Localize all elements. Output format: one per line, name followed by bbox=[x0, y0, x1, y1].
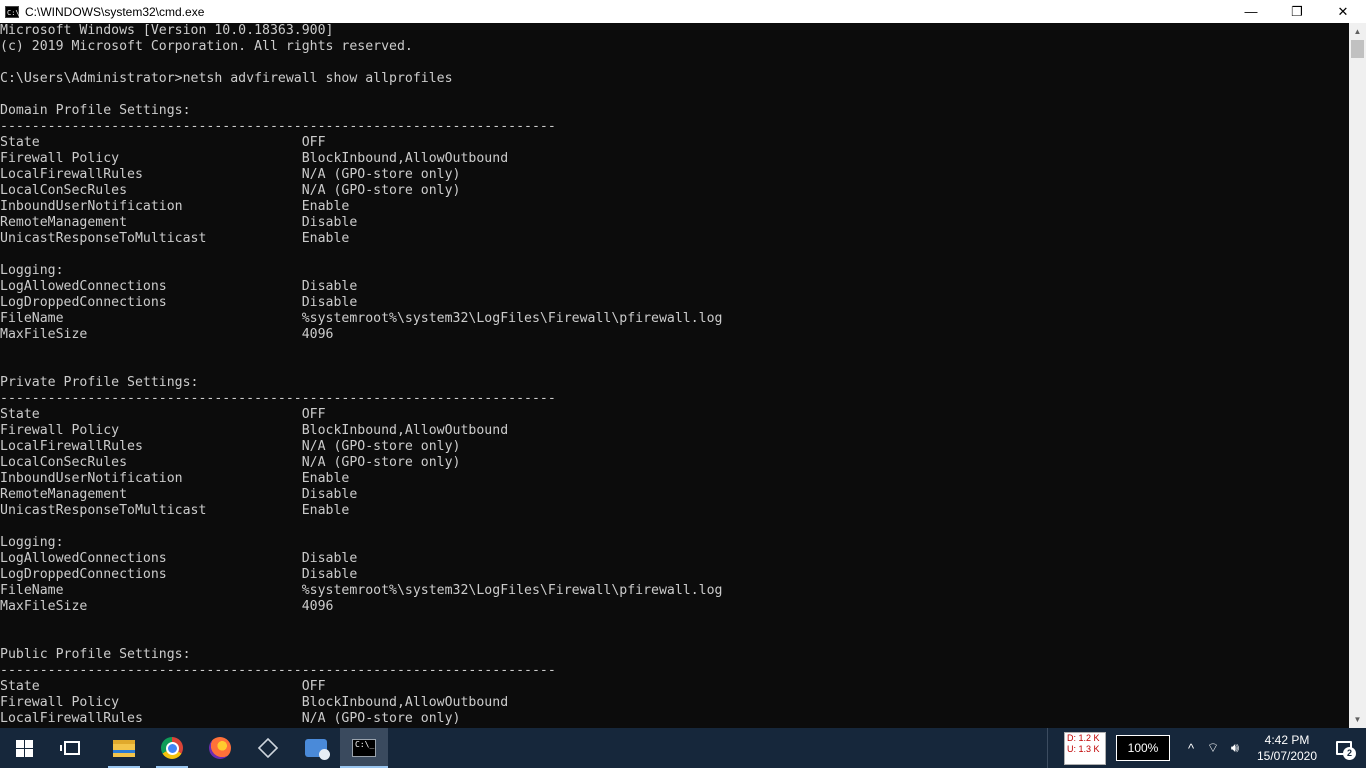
clock-time: 4:42 PM bbox=[1264, 733, 1310, 747]
firefox-icon bbox=[209, 737, 231, 759]
firefox-button[interactable] bbox=[196, 728, 244, 768]
console-line: Domain Profile Settings: bbox=[0, 103, 191, 118]
maximize-button[interactable]: ❐ bbox=[1274, 0, 1320, 23]
console-line: LocalConSecRules N/A (GPO-store only) bbox=[0, 183, 461, 198]
console-line: LocalConSecRules N/A (GPO-store only) bbox=[0, 455, 461, 470]
console-line: Logging: bbox=[0, 535, 64, 550]
scroll-thumb[interactable] bbox=[1351, 40, 1364, 58]
start-button[interactable] bbox=[0, 728, 48, 768]
folder-icon bbox=[113, 739, 135, 757]
volume-icon[interactable]: 🔊︎ bbox=[1224, 740, 1246, 756]
zoom-indicator[interactable]: 100% bbox=[1116, 735, 1170, 761]
vertical-scrollbar[interactable]: ▲ ▼ bbox=[1349, 23, 1366, 728]
console-line: LogDroppedConnections Disable bbox=[0, 567, 358, 582]
console-line: InboundUserNotification Enable bbox=[0, 199, 350, 214]
clock-date: 15/07/2020 bbox=[1256, 749, 1318, 763]
task-view-icon bbox=[60, 741, 80, 755]
console-line: LocalFirewallRules N/A (GPO-store only) bbox=[0, 711, 461, 726]
window-title: C:\WINDOWS\system32\cmd.exe bbox=[25, 4, 205, 19]
file-explorer-button[interactable] bbox=[100, 728, 148, 768]
cmd-icon: C:\_ bbox=[352, 739, 376, 757]
thunderbird-button[interactable] bbox=[292, 728, 340, 768]
console-line: FileName %systemroot%\system32\LogFiles\… bbox=[0, 583, 723, 598]
virtualbox-button[interactable] bbox=[244, 728, 292, 768]
console-line: State OFF bbox=[0, 679, 326, 694]
net-meter-widget[interactable]: D: 1.2 K U: 1.3 K bbox=[1064, 731, 1106, 765]
system-tray: D: 1.2 K U: 1.3 K 100% ^ ⌔ 🔊︎ 4:42 PM 15… bbox=[1047, 728, 1366, 768]
clock[interactable]: 4:42 PM 15/07/2020 bbox=[1252, 732, 1322, 764]
close-button[interactable]: ✕ bbox=[1320, 0, 1366, 23]
chrome-icon bbox=[161, 737, 183, 759]
console-line: RemoteManagement Disable bbox=[0, 215, 358, 230]
console-line: ----------------------------------------… bbox=[0, 663, 556, 678]
taskbar: C:\_ D: 1.2 K U: 1.3 K 100% ^ ⌔ 🔊︎ 4:42 … bbox=[0, 728, 1366, 768]
console-line: FileName %systemroot%\system32\LogFiles\… bbox=[0, 311, 723, 326]
console-line: MaxFileSize 4096 bbox=[0, 327, 334, 342]
scroll-down-button[interactable]: ▼ bbox=[1349, 711, 1366, 728]
console-line: LocalFirewallRules N/A (GPO-store only) bbox=[0, 167, 461, 182]
mail-icon bbox=[305, 739, 330, 760]
console-output[interactable]: Microsoft Windows [Version 10.0.18363.90… bbox=[0, 23, 1349, 728]
console-line: ----------------------------------------… bbox=[0, 119, 556, 134]
console-line: Microsoft Windows [Version 10.0.18363.90… bbox=[0, 23, 334, 38]
console-line: RemoteManagement Disable bbox=[0, 487, 358, 502]
console-line: (c) 2019 Microsoft Corporation. All righ… bbox=[0, 39, 413, 54]
scroll-up-button[interactable]: ▲ bbox=[1349, 23, 1366, 40]
net-upload: U: 1.3 K bbox=[1067, 743, 1100, 754]
chrome-button[interactable] bbox=[148, 728, 196, 768]
console-line: State OFF bbox=[0, 407, 326, 422]
console-text: Microsoft Windows [Version 10.0.18363.90… bbox=[0, 23, 1349, 727]
net-download: D: 1.2 K bbox=[1067, 732, 1100, 743]
console-line: Firewall Policy BlockInbound,AllowOutbou… bbox=[0, 695, 509, 710]
console-line: Private Profile Settings: bbox=[0, 375, 199, 390]
console-line: ----------------------------------------… bbox=[0, 391, 556, 406]
console-line: C:\Users\Administrator>netsh advfirewall… bbox=[0, 71, 453, 86]
task-view-button[interactable] bbox=[48, 728, 96, 768]
console-line: MaxFileSize 4096 bbox=[0, 599, 334, 614]
title-bar[interactable]: C:\_ C:\WINDOWS\system32\cmd.exe — ❐ ✕ bbox=[0, 0, 1366, 23]
network-icon[interactable]: ⌔ bbox=[1202, 740, 1224, 756]
console-line: LogAllowedConnections Disable bbox=[0, 551, 358, 566]
notification-count: 2 bbox=[1343, 747, 1356, 760]
cmd-icon: C:\_ bbox=[5, 5, 24, 18]
cube-icon bbox=[257, 737, 279, 759]
console-line: UnicastResponseToMulticast Enable bbox=[0, 231, 350, 246]
console-line: Firewall Policy BlockInbound,AllowOutbou… bbox=[0, 151, 509, 166]
console-line: LogAllowedConnections Disable bbox=[0, 279, 358, 294]
chevron-up-icon[interactable]: ^ bbox=[1180, 741, 1202, 756]
console-line: Firewall Policy BlockInbound,AllowOutbou… bbox=[0, 423, 509, 438]
cmd-taskbar-button[interactable]: C:\_ bbox=[340, 728, 388, 768]
windows-start-icon bbox=[15, 739, 33, 757]
window-controls: — ❐ ✕ bbox=[1228, 0, 1366, 23]
console-line: Logging: bbox=[0, 263, 64, 278]
console-line: InboundUserNotification Enable bbox=[0, 471, 350, 486]
console-line: LocalFirewallRules N/A (GPO-store only) bbox=[0, 439, 461, 454]
tray-divider bbox=[1047, 728, 1052, 768]
console-line: LogDroppedConnections Disable bbox=[0, 295, 358, 310]
console-line: State OFF bbox=[0, 135, 326, 150]
action-center-button[interactable]: 2 bbox=[1322, 728, 1366, 768]
console-line: Public Profile Settings: bbox=[0, 647, 191, 662]
console-line: UnicastResponseToMulticast Enable bbox=[0, 503, 350, 518]
minimize-button[interactable]: — bbox=[1228, 0, 1274, 23]
